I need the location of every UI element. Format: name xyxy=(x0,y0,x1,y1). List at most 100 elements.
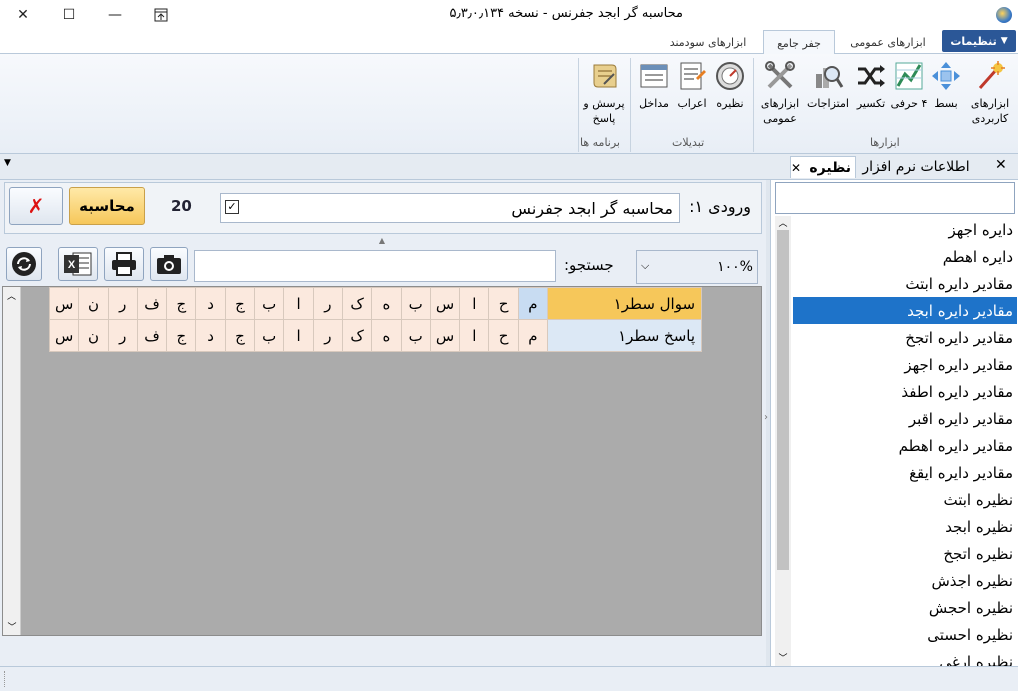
grid-cell[interactable]: د xyxy=(195,319,226,352)
row-header-question[interactable]: سوال سطر۱ xyxy=(547,287,703,320)
grid-cell[interactable]: م xyxy=(517,287,549,320)
tab-settings[interactable]: تنظیمات ▼ xyxy=(942,30,1016,52)
list-item[interactable]: مقادیر دایره ایقغ xyxy=(793,459,1017,486)
list-item-selected[interactable]: مقادیر دایره ابجد xyxy=(793,297,1017,324)
list-item[interactable]: مقادیر دایره اطفذ xyxy=(793,378,1017,405)
grid-cell[interactable]: ا xyxy=(283,319,314,352)
close-icon[interactable]: ✕ xyxy=(995,157,1007,173)
list-item[interactable]: مقادیر دایره اقبر xyxy=(793,405,1017,432)
list-item[interactable]: نظیره اجذش xyxy=(793,567,1017,594)
chevron-right-icon[interactable]: › xyxy=(764,412,768,423)
list-item[interactable]: نظیره ارغی xyxy=(793,648,1017,667)
grid-cell[interactable]: ب xyxy=(254,319,285,352)
vertical-scrollbar[interactable]: ︿ ﹀ xyxy=(3,287,21,635)
scrollbar-thumb[interactable] xyxy=(777,230,789,570)
grid-cell[interactable]: س xyxy=(429,319,461,352)
earab-button[interactable]: اعراب xyxy=(674,60,710,111)
list-item[interactable]: نظیره احستی xyxy=(793,621,1017,648)
tab-useful-tools[interactable]: ابزارهای سودمند xyxy=(658,30,758,54)
grid-cell[interactable]: ه xyxy=(371,287,402,320)
grid-cell[interactable]: ک xyxy=(341,319,373,352)
grid-cell[interactable]: ف xyxy=(136,319,168,352)
list-item[interactable]: نظیره احجش xyxy=(793,594,1017,621)
input-field[interactable]: ✓ محاسبه گر ابجد جفرنس xyxy=(220,193,680,223)
four-letter-button[interactable]: ۴ حرفی xyxy=(890,60,928,111)
grid-cell[interactable]: م xyxy=(517,319,549,352)
grid-cell[interactable]: س xyxy=(48,319,80,352)
grid-cell[interactable]: ا xyxy=(459,287,490,320)
row-header-answer[interactable]: پاسخ سطر۱ xyxy=(547,319,703,352)
list-item[interactable]: دایره اجهز xyxy=(793,216,1017,243)
grid-cell[interactable]: ن xyxy=(78,287,109,320)
grid-cell[interactable]: ج xyxy=(166,287,197,320)
tab-software-info[interactable]: اطلاعات نرم افزار xyxy=(858,156,974,178)
list-item[interactable]: نظیره ابجد xyxy=(793,513,1017,540)
grid-cell[interactable]: ب xyxy=(400,319,431,352)
export-excel-button[interactable]: X xyxy=(58,247,98,281)
tab-jafr-jame[interactable]: جفر جامع xyxy=(763,30,835,55)
grid-cell[interactable]: ا xyxy=(459,319,490,352)
grid-cell[interactable]: ج xyxy=(224,287,256,320)
checkbox[interactable]: ✓ xyxy=(225,200,239,214)
tab-nazire[interactable]: نظیره ✕ xyxy=(790,156,856,178)
grid-cell[interactable]: ر xyxy=(107,287,138,320)
refresh-button[interactable] xyxy=(6,247,42,281)
emtezajat-button[interactable]: امتزاجات xyxy=(804,60,852,111)
calculate-button[interactable]: محاسبه xyxy=(69,187,145,225)
grid-cell[interactable]: ا xyxy=(283,287,314,320)
list-search-input[interactable] xyxy=(775,182,1015,214)
nazire-button[interactable]: نظیره xyxy=(710,60,750,111)
grid-cell[interactable]: ج xyxy=(224,319,256,352)
grid-cell[interactable]: ر xyxy=(107,319,138,352)
general-tools-button[interactable]: ابزارهای عمومی xyxy=(756,60,804,126)
scroll-up-icon[interactable]: ︿ xyxy=(3,289,20,302)
shuffle-icon xyxy=(858,65,885,87)
list-item[interactable]: نظیره اتجخ xyxy=(793,540,1017,567)
search-input[interactable] xyxy=(194,250,556,282)
taksir-button[interactable]: تکسیر xyxy=(852,60,890,111)
zoom-select[interactable]: ⌵ ۱۰۰% xyxy=(636,250,758,284)
tab-general-tools[interactable]: ابزارهای عمومی xyxy=(838,30,938,54)
scroll-down-icon[interactable]: ﹀ xyxy=(3,620,21,633)
applied-tools-button[interactable]: ابزارهای کاربردی xyxy=(964,60,1016,126)
scroll-down-icon[interactable]: ﹀ xyxy=(775,651,791,664)
grid-cell[interactable]: ح xyxy=(488,287,519,320)
grid-cell[interactable]: س xyxy=(48,287,80,320)
list-item[interactable]: دایره اهطم xyxy=(793,243,1017,270)
print-button[interactable] xyxy=(104,247,144,281)
screenshot-button[interactable] xyxy=(150,247,188,281)
minimize-button[interactable]: — xyxy=(92,0,138,30)
grid-cell[interactable]: ب xyxy=(254,287,285,320)
grid-cell[interactable]: ر xyxy=(312,287,343,320)
list-item[interactable]: مقادیر دایره اهطم xyxy=(793,432,1017,459)
grid-cell[interactable]: ج xyxy=(166,319,197,352)
grid-cell[interactable]: ب xyxy=(400,287,431,320)
list-item[interactable]: نظیره ابتث xyxy=(793,486,1017,513)
grid-cell[interactable]: ف xyxy=(136,287,168,320)
list-item[interactable]: مقادیر دایره ابتث xyxy=(793,270,1017,297)
clear-button[interactable]: ✗ xyxy=(9,187,63,225)
dropdown-arrow-icon[interactable]: ▼ xyxy=(4,158,11,168)
close-icon[interactable]: ✕ xyxy=(791,161,801,175)
list-item[interactable]: مقادیر دایره اجهز xyxy=(793,351,1017,378)
list-item[interactable]: مقادیر دایره اتجخ xyxy=(793,324,1017,351)
grid-cell[interactable]: ن xyxy=(78,319,109,352)
grid-cell[interactable]: ح xyxy=(488,319,519,352)
close-button[interactable]: ✕ xyxy=(0,0,46,30)
grid-cell[interactable]: س xyxy=(429,287,461,320)
madakhel-button[interactable]: مداخل xyxy=(634,60,674,111)
grid-cell[interactable]: ر xyxy=(312,319,343,352)
grid-cell[interactable]: ک xyxy=(341,287,373,320)
question-answer-button[interactable]: پرسش و پاسخ xyxy=(582,60,626,126)
grid-cell[interactable]: ه xyxy=(371,319,402,352)
vertical-scrollbar[interactable]: ︿ ﹀ xyxy=(775,216,791,666)
expand-button[interactable]: بسط xyxy=(928,60,964,111)
magnifier-icon xyxy=(816,66,844,88)
window-title: محاسبه گر ابجد جفرنس - نسخه ۵٫۳٫۰٫۱۳۴ xyxy=(449,6,683,21)
grid-cell[interactable]: د xyxy=(195,287,226,320)
pin-icon[interactable] xyxy=(138,0,184,30)
chevron-down-icon: ⌵ xyxy=(641,259,650,272)
scroll-up-icon[interactable]: ︿ xyxy=(775,216,791,229)
maximize-button[interactable]: ☐ xyxy=(46,0,92,30)
document-icon xyxy=(680,62,706,90)
